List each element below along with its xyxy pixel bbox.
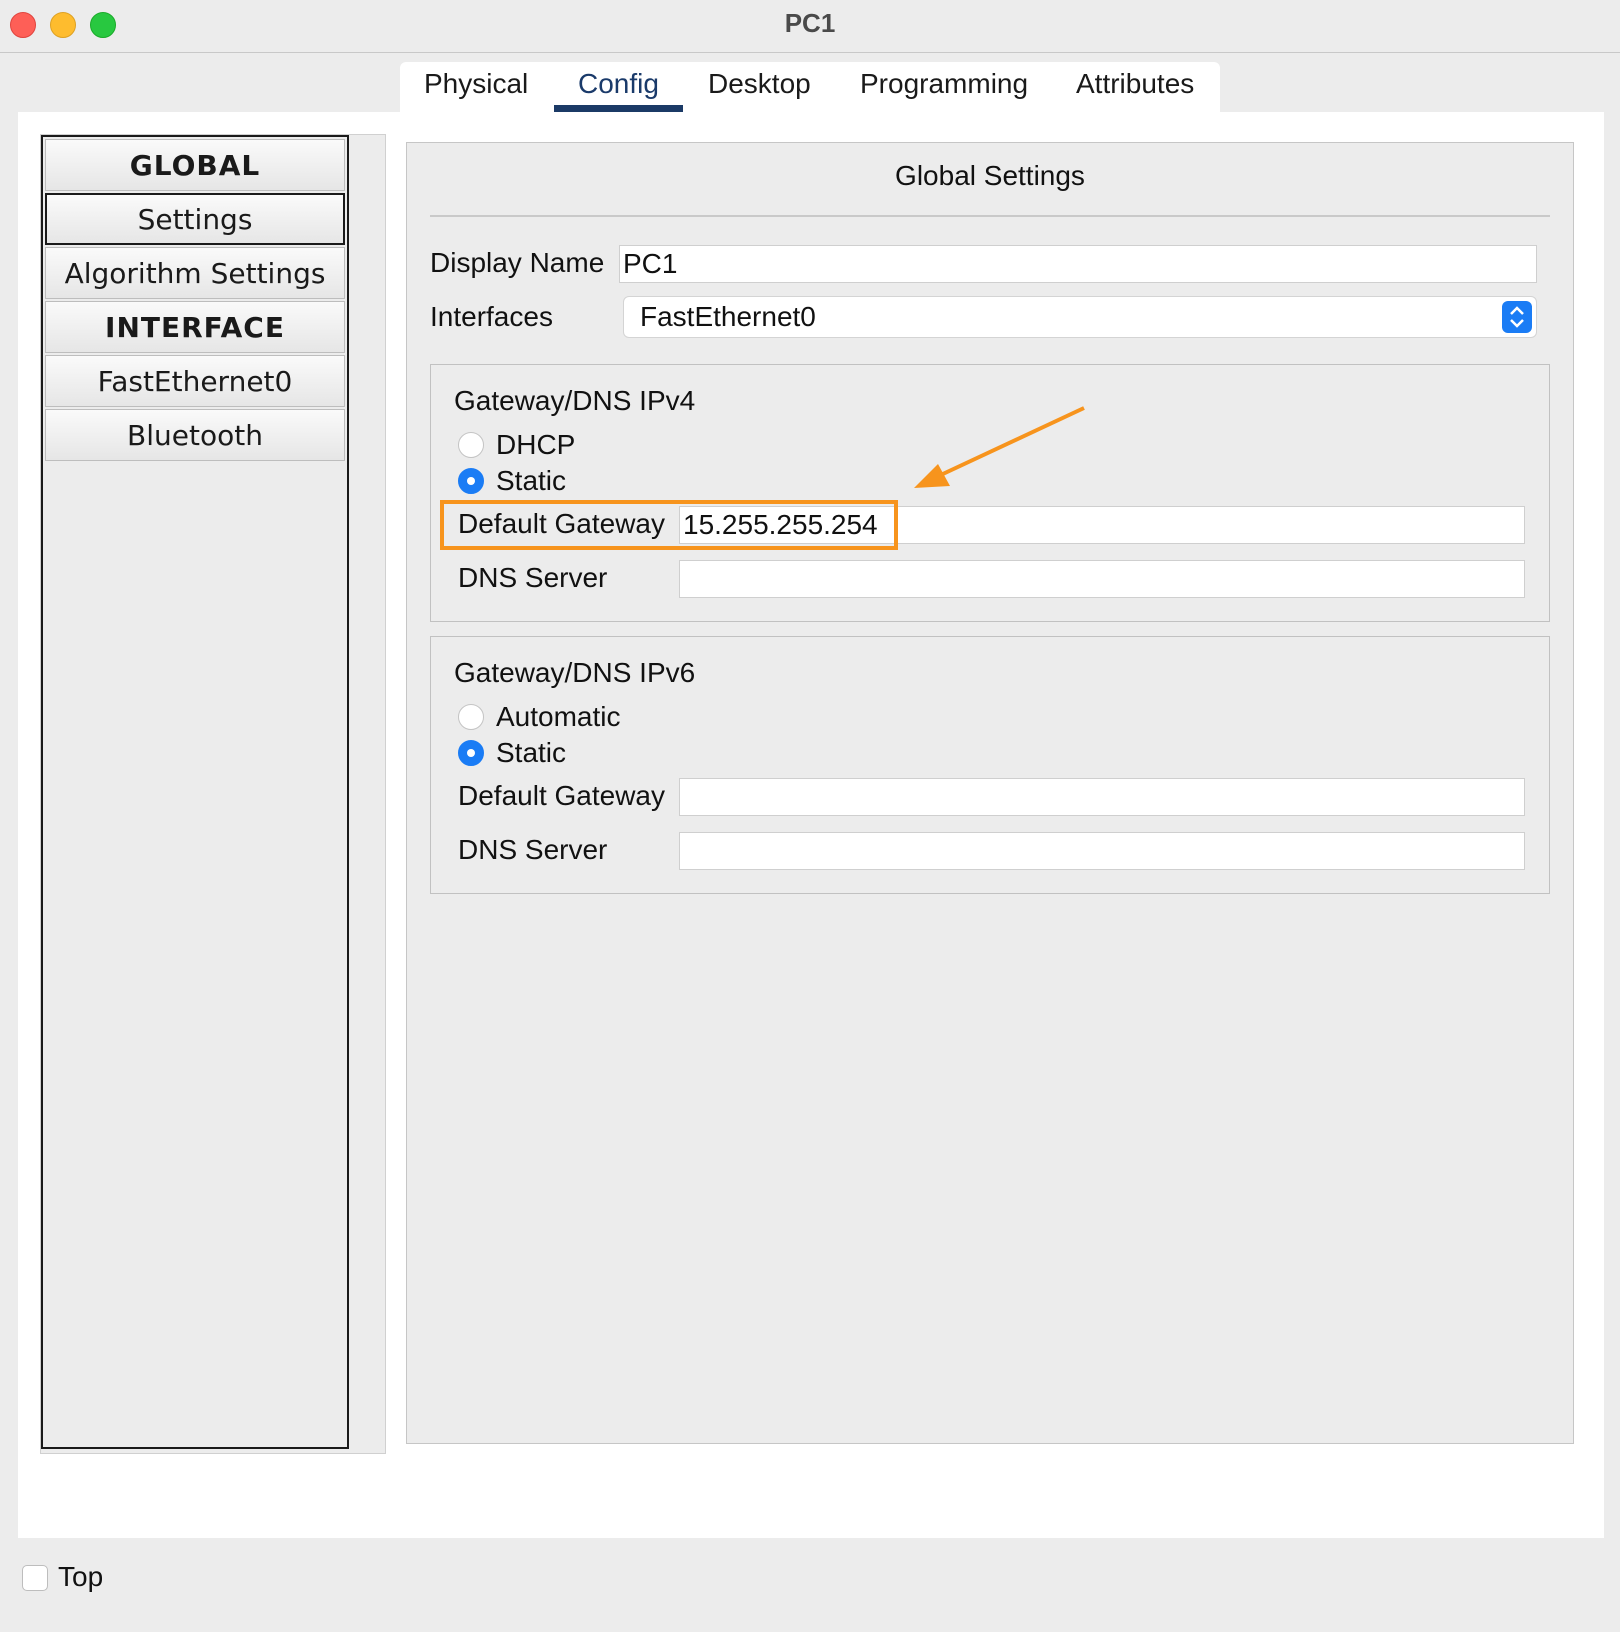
ipv6-dns-server-input[interactable] [679,832,1525,870]
sidebar: GLOBAL Settings Algorithm Settings INTER… [41,135,349,1449]
display-name-input[interactable]: PC1 [619,245,1537,283]
interfaces-label: Interfaces [430,301,553,332]
ipv4-static-label: Static [496,465,567,496]
annotation-arrow-icon [914,406,1085,488]
sidebar-item-bluetooth[interactable]: Bluetooth [45,409,345,461]
sidebar-header-interface: INTERFACE [45,301,345,353]
title-bar: PC1 [0,0,1620,53]
interfaces-select[interactable]: FastEthernet0 [623,296,1537,338]
ipv6-default-gateway-label: Default Gateway [458,780,665,811]
tab-programming[interactable]: Programming [860,68,1028,112]
ipv6-default-gateway-input[interactable] [679,778,1525,816]
top-checkbox[interactable] [22,1565,48,1591]
interfaces-select-value: FastEthernet0 [640,301,816,332]
ipv6-group-title: Gateway/DNS IPv6 [454,657,696,688]
ipv6-dns-server-label: DNS Server [458,834,608,865]
sidebar-item-settings[interactable]: Settings [45,193,345,245]
tab-attributes[interactable]: Attributes [1076,68,1194,112]
ipv4-dhcp-radio[interactable] [458,432,484,458]
gateway-highlight-box [440,500,898,550]
ipv6-static-radio[interactable] [458,740,484,766]
tab-config[interactable]: Config [554,68,683,112]
display-name-label: Display Name [430,247,605,278]
sidebar-item-fastethernet0[interactable]: FastEthernet0 [45,355,345,407]
ipv4-group-title: Gateway/DNS IPv4 [454,385,696,416]
ipv4-dhcp-label: DHCP [496,429,576,460]
ipv6-automatic-label: Automatic [496,701,621,732]
ipv6-automatic-radio[interactable] [458,704,484,730]
ipv6-static-label: Static [496,737,567,768]
sidebar-header-global: GLOBAL [45,139,345,191]
tab-desktop[interactable]: Desktop [708,68,811,112]
title-divider [430,215,1550,217]
ipv4-dns-server-input[interactable] [679,560,1525,598]
sidebar-item-algorithm-settings[interactable]: Algorithm Settings [45,247,345,299]
top-checkbox-label: Top [58,1561,104,1592]
chevron-up-down-icon [1502,301,1532,333]
global-settings-title: Global Settings [895,160,1085,191]
ipv4-dns-server-label: DNS Server [458,562,608,593]
window-title: PC1 [784,8,836,38]
ipv4-static-radio[interactable] [458,468,484,494]
tab-physical[interactable]: Physical [424,68,528,112]
tab-bar: Physical Config Desktop Programming Attr… [400,62,1220,112]
